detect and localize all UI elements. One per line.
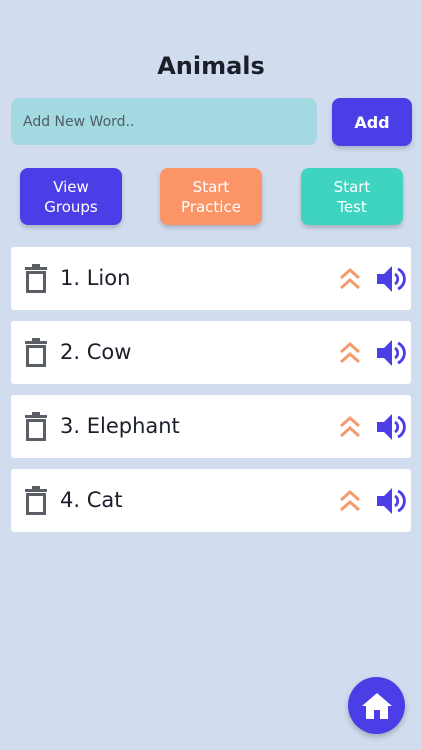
word-row: 2. Cow (11, 321, 411, 384)
view-groups-button[interactable]: View Groups (20, 168, 122, 225)
trash-icon[interactable] (24, 338, 48, 368)
view-groups-label-line2: Groups (44, 197, 98, 216)
speaker-icon[interactable] (375, 337, 407, 369)
word-label: 1. Lion (60, 266, 131, 290)
double-chevron-up-icon[interactable] (339, 340, 361, 366)
word-label: 2. Cow (60, 340, 132, 364)
speaker-icon[interactable] (375, 485, 407, 517)
word-row: 4. Cat (11, 469, 411, 532)
double-chevron-up-icon[interactable] (339, 488, 361, 514)
page-title: Animals (157, 52, 265, 80)
start-practice-label-line2: Practice (181, 197, 241, 216)
double-chevron-up-icon[interactable] (339, 266, 361, 292)
speaker-icon[interactable] (375, 411, 407, 443)
home-icon (361, 692, 392, 719)
speaker-icon[interactable] (375, 263, 407, 295)
word-row: 3. Elephant (11, 395, 411, 458)
start-practice-button[interactable]: Start Practice (160, 168, 262, 225)
start-test-button[interactable]: Start Test (301, 168, 403, 225)
home-button[interactable] (348, 677, 405, 734)
trash-icon[interactable] (24, 412, 48, 442)
view-groups-label-line1: View (53, 177, 89, 196)
start-test-label-line2: Test (337, 197, 367, 216)
new-word-input[interactable] (11, 98, 317, 145)
word-label: 4. Cat (60, 488, 123, 512)
start-practice-label-line1: Start (192, 177, 230, 196)
start-test-label-line1: Start (333, 177, 371, 196)
add-word-button[interactable]: Add (332, 98, 412, 146)
word-label: 3. Elephant (60, 414, 180, 438)
word-list: 1. Lion 2. Cow 3. Elephant 4. Cat (11, 247, 411, 543)
double-chevron-up-icon[interactable] (339, 414, 361, 440)
trash-icon[interactable] (24, 486, 48, 516)
word-row: 1. Lion (11, 247, 411, 310)
trash-icon[interactable] (24, 264, 48, 294)
